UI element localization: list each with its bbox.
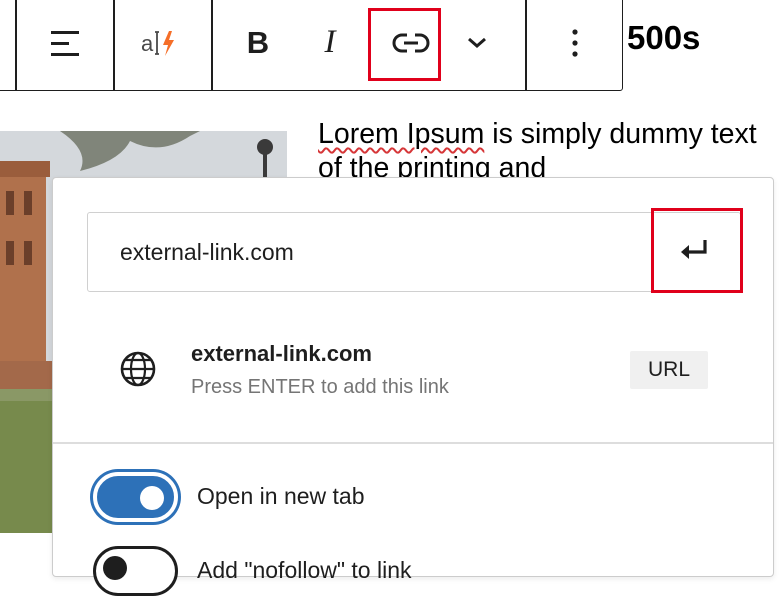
chevron-down-icon: [466, 36, 488, 50]
submit-button-highlight: [651, 208, 743, 293]
more-formatting-button[interactable]: [457, 1, 497, 84]
bold-button[interactable]: B: [233, 1, 283, 84]
toggle-knob: [140, 486, 164, 510]
block-toolbar: a B I: [0, 0, 623, 91]
text-transform-icon: a: [139, 26, 185, 60]
align-icon: [48, 29, 82, 57]
more-options-icon: [571, 28, 579, 58]
url-field: [87, 212, 741, 292]
italic-button[interactable]: I: [310, 1, 350, 84]
suggestion-title: external-link.com: [191, 341, 372, 366]
text-transform-button[interactable]: a: [131, 1, 193, 84]
toolbar-divider: [211, 0, 213, 90]
popover-divider: [53, 442, 773, 444]
open-in-new-tab-toggle[interactable]: [93, 472, 178, 522]
nofollow-label: Add "nofollow" to link: [197, 557, 412, 583]
block-options-button[interactable]: [555, 1, 595, 84]
open-in-new-tab-label: Open in new tab: [197, 483, 365, 509]
link-button-highlight: [368, 8, 441, 81]
globe-icon: [119, 350, 157, 393]
paragraph[interactable]: Lorem Ipsum is simply dummy text of the …: [318, 117, 778, 185]
bold-icon: B: [246, 24, 270, 60]
toolbar-divider: [15, 0, 17, 90]
nofollow-toggle[interactable]: [93, 546, 178, 596]
suggestion-hint: Press ENTER to add this link: [191, 376, 449, 398]
toolbar-divider: [113, 0, 115, 90]
svg-text:a: a: [141, 31, 154, 56]
url-input[interactable]: [88, 213, 680, 291]
suggestion-type-badge: URL: [630, 351, 708, 389]
italic-icon: I: [324, 24, 336, 60]
toggle-knob: [103, 556, 127, 580]
heading-fragment: 500s: [627, 19, 701, 56]
link-suggestion[interactable]: external-link.com Press ENTER to add thi…: [53, 328, 773, 408]
spellcheck-word: Lorem Ipsum: [318, 118, 485, 150]
toolbar-divider: [525, 0, 527, 90]
align-button[interactable]: [35, 1, 95, 84]
